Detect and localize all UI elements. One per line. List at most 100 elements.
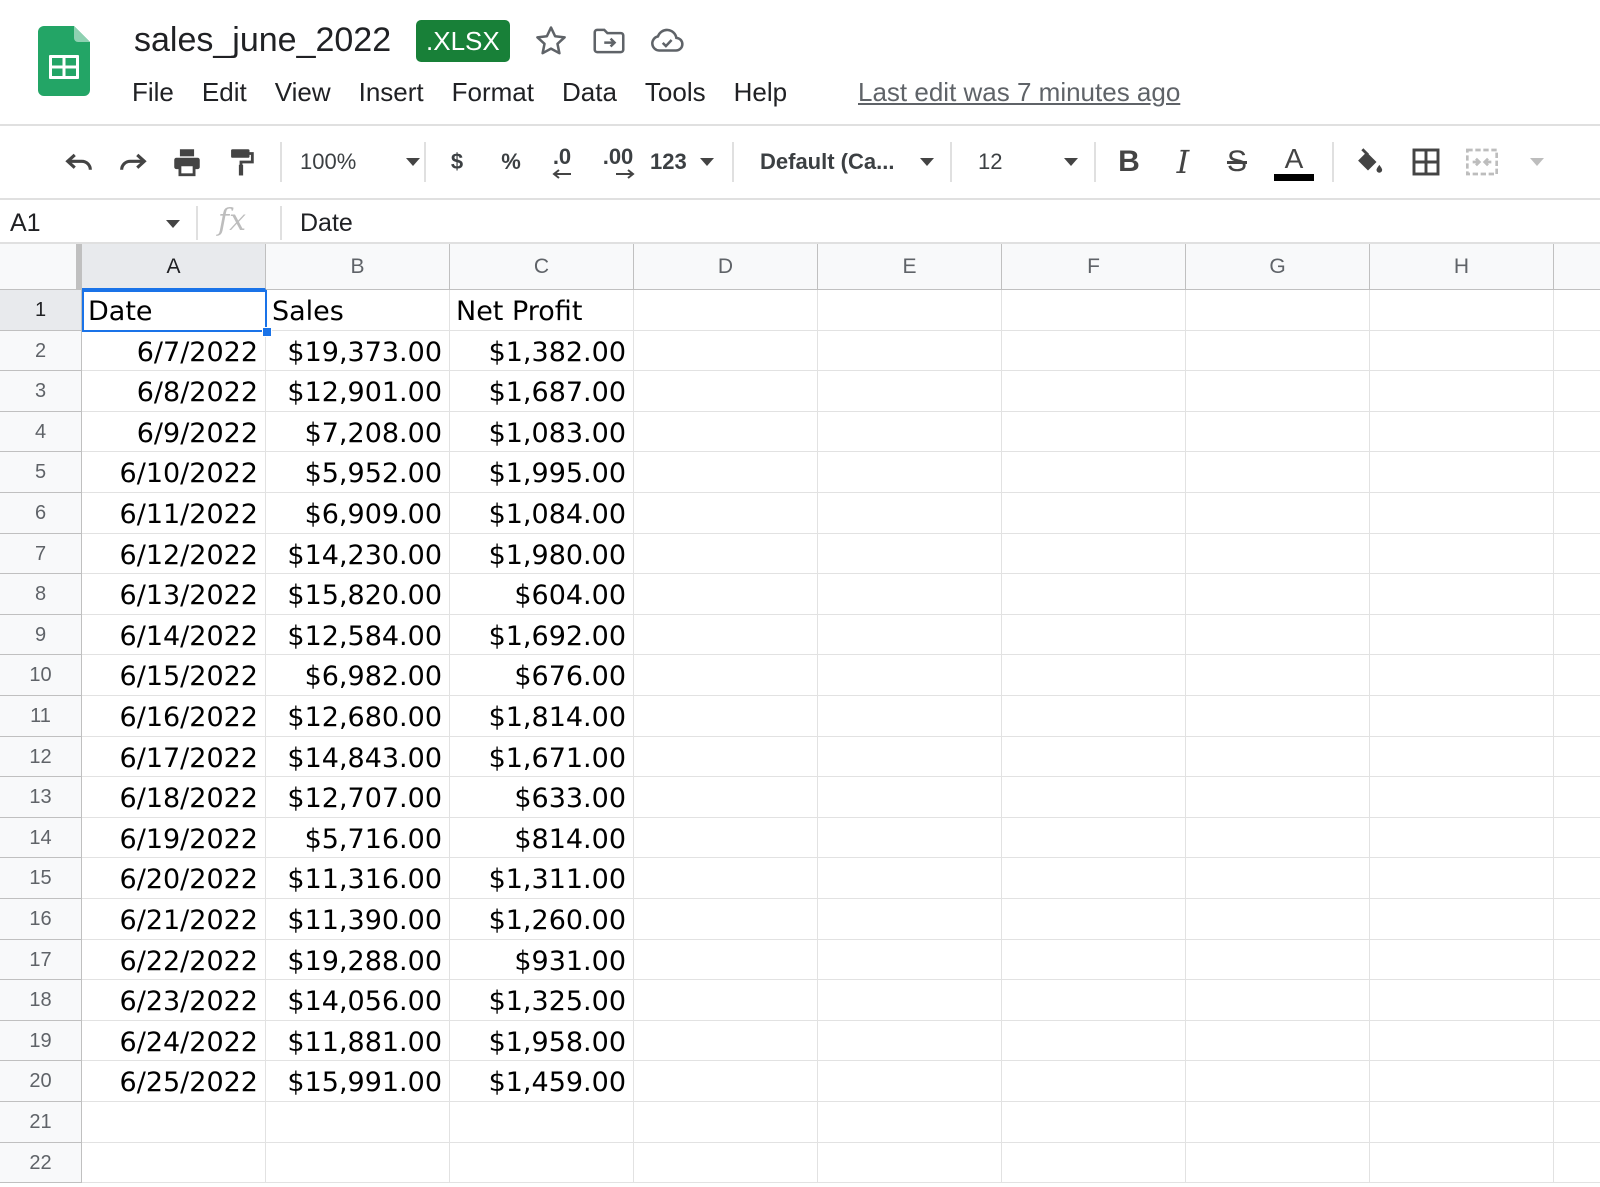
cell-f2[interactable] xyxy=(1002,330,1186,372)
cell-a21[interactable] xyxy=(82,1102,266,1143)
cell-g1[interactable] xyxy=(1186,290,1370,331)
cell-f7[interactable] xyxy=(1002,533,1186,575)
cell-a17[interactable]: 6/22/2022 xyxy=(82,939,266,981)
menu-data[interactable]: Data xyxy=(548,72,631,112)
row-header-9[interactable]: 9 xyxy=(0,614,82,656)
row-header-10[interactable]: 10 xyxy=(0,655,82,696)
row-header-19[interactable]: 19 xyxy=(0,1020,82,1062)
cloud-status-icon[interactable] xyxy=(648,22,686,60)
cell-e2[interactable] xyxy=(818,330,1002,372)
move-folder-icon[interactable] xyxy=(590,22,628,60)
cell-b9[interactable]: $12,584.00 xyxy=(266,614,450,656)
cell-a7[interactable]: 6/12/2022 xyxy=(82,533,266,575)
row-header-11[interactable]: 11 xyxy=(0,696,82,737)
row-header-17[interactable]: 17 xyxy=(0,939,82,981)
cell-d1[interactable] xyxy=(634,290,818,331)
cell-a16[interactable]: 6/21/2022 xyxy=(82,899,266,940)
cell-h8[interactable] xyxy=(1370,574,1554,615)
row-header-8[interactable]: 8 xyxy=(0,574,82,615)
cell-c22[interactable] xyxy=(450,1142,634,1184)
cell-c2[interactable]: $1,382.00 xyxy=(450,330,634,372)
cell-f12[interactable] xyxy=(1002,736,1186,778)
column-header-b[interactable]: B xyxy=(266,244,450,290)
cell-g10[interactable] xyxy=(1186,655,1370,696)
cell-f4[interactable] xyxy=(1002,411,1186,453)
cell-h9[interactable] xyxy=(1370,614,1554,656)
cell-h16[interactable] xyxy=(1370,899,1554,940)
cell-filler11[interactable] xyxy=(1554,696,1600,737)
cell-f3[interactable] xyxy=(1002,371,1186,412)
row-header-15[interactable]: 15 xyxy=(0,858,82,899)
cell-c19[interactable]: $1,958.00 xyxy=(450,1020,634,1062)
cell-a10[interactable]: 6/15/2022 xyxy=(82,655,266,696)
cell-g3[interactable] xyxy=(1186,371,1370,412)
cell-h15[interactable] xyxy=(1370,858,1554,899)
cell-c20[interactable]: $1,459.00 xyxy=(450,1061,634,1102)
cell-h17[interactable] xyxy=(1370,939,1554,981)
cell-filler22[interactable] xyxy=(1554,1143,1600,1184)
cell-f9[interactable] xyxy=(1002,614,1186,656)
cell-b22[interactable] xyxy=(266,1142,450,1184)
cell-e16[interactable] xyxy=(818,899,1002,940)
cell-d6[interactable] xyxy=(634,493,818,534)
cell-a14[interactable]: 6/19/2022 xyxy=(82,817,266,859)
document-title[interactable]: sales_june_2022 xyxy=(134,18,391,62)
cell-g20[interactable] xyxy=(1186,1061,1370,1102)
cell-a13[interactable]: 6/18/2022 xyxy=(82,777,266,818)
cell-g9[interactable] xyxy=(1186,614,1370,656)
cell-filler18[interactable] xyxy=(1554,980,1600,1021)
cell-d4[interactable] xyxy=(634,411,818,453)
cell-filler16[interactable] xyxy=(1554,899,1600,940)
cell-b3[interactable]: $12,901.00 xyxy=(266,371,450,412)
cell-f10[interactable] xyxy=(1002,655,1186,696)
cell-g14[interactable] xyxy=(1186,817,1370,859)
cell-d17[interactable] xyxy=(634,939,818,981)
cell-f22[interactable] xyxy=(1002,1142,1186,1184)
row-header-7[interactable]: 7 xyxy=(0,533,82,575)
row-header-4[interactable]: 4 xyxy=(0,411,82,453)
cell-e8[interactable] xyxy=(818,574,1002,615)
cell-b12[interactable]: $14,843.00 xyxy=(266,736,450,778)
fill-color-icon[interactable] xyxy=(1348,140,1388,184)
cell-f19[interactable] xyxy=(1002,1020,1186,1062)
select-all-corner[interactable] xyxy=(0,244,82,290)
cell-filler13[interactable] xyxy=(1554,777,1600,818)
cell-c5[interactable]: $1,995.00 xyxy=(450,452,634,493)
cell-filler21[interactable] xyxy=(1554,1102,1600,1143)
header-cell-a[interactable]: Date xyxy=(82,290,266,331)
cell-d2[interactable] xyxy=(634,330,818,372)
cell-c18[interactable]: $1,325.00 xyxy=(450,980,634,1021)
cell-a6[interactable]: 6/11/2022 xyxy=(82,493,266,534)
cell-a12[interactable]: 6/17/2022 xyxy=(82,736,266,778)
cell-c11[interactable]: $1,814.00 xyxy=(450,696,634,737)
column-header-g[interactable]: G xyxy=(1186,244,1370,290)
menu-insert[interactable]: Insert xyxy=(345,72,438,112)
cell-filler19[interactable] xyxy=(1554,1021,1600,1062)
cell-filler5[interactable] xyxy=(1554,452,1600,493)
cell-d11[interactable] xyxy=(634,696,818,737)
cell-f21[interactable] xyxy=(1002,1102,1186,1143)
undo-icon[interactable] xyxy=(58,140,100,184)
row-header-14[interactable]: 14 xyxy=(0,817,82,859)
cell-g6[interactable] xyxy=(1186,493,1370,534)
cell-b11[interactable]: $12,680.00 xyxy=(266,696,450,737)
cell-h12[interactable] xyxy=(1370,736,1554,778)
cell-filler1[interactable] xyxy=(1554,290,1600,331)
cell-filler3[interactable] xyxy=(1554,371,1600,412)
cell-d12[interactable] xyxy=(634,736,818,778)
cell-b5[interactable]: $5,952.00 xyxy=(266,452,450,493)
cell-d21[interactable] xyxy=(634,1102,818,1143)
row-header-22[interactable]: 22 xyxy=(0,1142,82,1184)
cell-a20[interactable]: 6/25/2022 xyxy=(82,1061,266,1102)
cell-e14[interactable] xyxy=(818,817,1002,859)
cell-b17[interactable]: $19,288.00 xyxy=(266,939,450,981)
name-box[interactable]: A1 xyxy=(10,206,41,240)
cell-a5[interactable]: 6/10/2022 xyxy=(82,452,266,493)
cell-b19[interactable]: $11,881.00 xyxy=(266,1020,450,1062)
cell-filler8[interactable] xyxy=(1554,574,1600,615)
cell-c12[interactable]: $1,671.00 xyxy=(450,736,634,778)
cell-e21[interactable] xyxy=(818,1102,1002,1143)
formula-input[interactable]: Date xyxy=(300,206,353,240)
cell-e18[interactable] xyxy=(818,980,1002,1021)
cell-h14[interactable] xyxy=(1370,817,1554,859)
